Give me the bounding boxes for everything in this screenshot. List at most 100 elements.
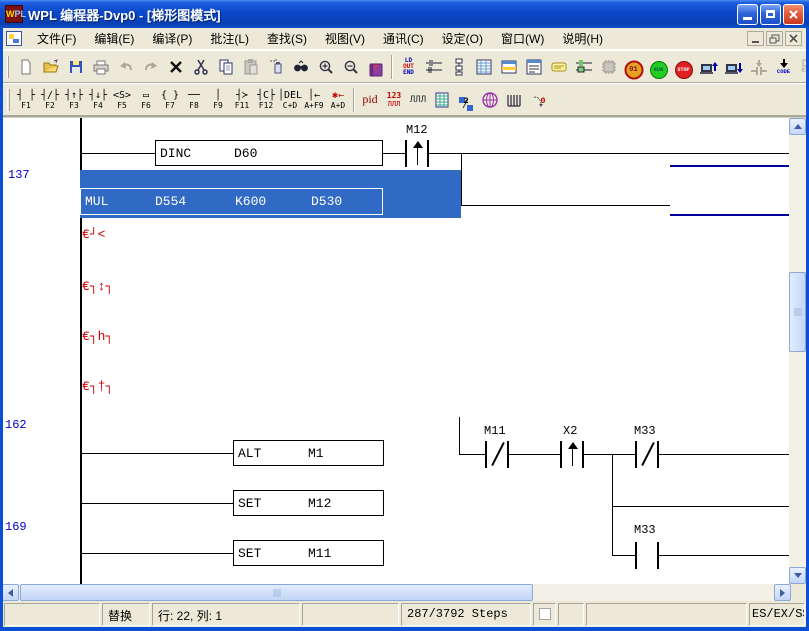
redo-button[interactable] [138, 54, 163, 80]
delete-vline-button[interactable]: │DELC+D [278, 86, 302, 114]
maximize-button[interactable] [760, 4, 781, 25]
upload-button[interactable] [696, 54, 721, 80]
stop-button[interactable]: STOP [671, 54, 696, 80]
contact-x2-rising[interactable] [560, 441, 584, 468]
contact-no-button[interactable]: ┤ ├F1 [14, 86, 38, 114]
run-button[interactable]: RUN [646, 54, 671, 80]
copy-button[interactable] [213, 54, 238, 80]
horizontal-scrollbar[interactable] [2, 584, 791, 601]
instruction-box-button[interactable]: ▭F6 [134, 86, 158, 114]
ladder-editor[interactable]: 137 DINC D60 M12 MUL D554 K600 D530 €┘< … [3, 118, 789, 584]
scroll-right-button[interactable] [774, 584, 791, 601]
delete-button[interactable] [163, 54, 188, 80]
wave-button[interactable]: ЛЛЛ [406, 86, 430, 114]
instruction-list-button[interactable] [521, 54, 546, 80]
document-icon[interactable] [6, 31, 22, 46]
simulator-button[interactable] [596, 54, 621, 80]
find-button[interactable] [288, 54, 313, 80]
instruction-box-alt[interactable]: ALT M1 [233, 440, 384, 466]
instruction-box-dinc[interactable]: DINC D60 [155, 140, 383, 166]
ladder-symbols-button[interactable] [496, 54, 521, 80]
pid-button[interactable]: pid [358, 86, 382, 114]
contact-m33-no[interactable] [635, 542, 659, 569]
device-table-button[interactable] [471, 54, 496, 80]
instruction-op: ALT [238, 446, 261, 461]
main-toolbar: ? LD OUT END 01 RUN STOP CODE 0101 [3, 50, 806, 83]
help-button[interactable]: ? [363, 54, 388, 80]
cut-button[interactable] [188, 54, 213, 80]
instruction-box-set-m11[interactable]: SET M11 [233, 540, 384, 566]
contact-nc-button[interactable]: ┤/├F2 [38, 86, 62, 114]
menu-options[interactable]: 设定(O) [433, 27, 492, 50]
ladder-mode-icon [425, 58, 443, 76]
menu-help[interactable]: 说明(H) [553, 27, 612, 50]
print-button[interactable] [88, 54, 113, 80]
title-bar[interactable]: WPL WPL 编程器-Dvp0 - [梯形图模式] [0, 0, 809, 28]
table-edit-icon [433, 91, 451, 109]
replace2-button[interactable]: 2 [454, 86, 478, 114]
menu-window[interactable]: 窗口(W) [492, 27, 553, 50]
instruction-box-mul[interactable]: MUL D554 K600 D530 [80, 188, 383, 215]
goto-zero-button[interactable]: 0 [526, 86, 550, 114]
instruction-mode-button[interactable]: LD OUT END [396, 54, 421, 80]
close-button[interactable] [783, 4, 804, 25]
save-button[interactable] [63, 54, 88, 80]
instruction-box-set-m12[interactable]: SET M12 [233, 490, 384, 516]
contact-rising-button[interactable]: ┤↑├F3 [62, 86, 86, 114]
online-edit-button[interactable] [746, 54, 771, 80]
new-button[interactable] [13, 54, 38, 80]
menu-view[interactable]: 视图(V) [316, 27, 374, 50]
contact-falling-button[interactable]: ┤↓├F4 [86, 86, 110, 114]
contact-m33-nc[interactable] [635, 441, 659, 468]
coil-button[interactable]: { }F7 [158, 86, 182, 114]
menu-comment[interactable]: 批注(L) [201, 27, 258, 50]
zoom-out-button[interactable] [338, 54, 363, 80]
menu-search[interactable]: 查找(S) [258, 27, 316, 50]
comment-edit-button[interactable] [546, 54, 571, 80]
ladder-mode-button[interactable] [421, 54, 446, 80]
sfc-mode-button[interactable] [446, 54, 471, 80]
table-edit-button[interactable] [430, 86, 454, 114]
batch-button[interactable] [502, 86, 526, 114]
paste-button[interactable] [238, 54, 263, 80]
horizontal-scroll-thumb[interactable] [20, 584, 533, 601]
scroll-left-button[interactable] [2, 584, 19, 601]
menu-file[interactable]: 文件(F) [28, 27, 85, 50]
contact-m12-rising[interactable] [405, 140, 429, 167]
minimize-button[interactable] [737, 4, 758, 25]
open-button[interactable] [38, 54, 63, 80]
vertical-scrollbar[interactable] [789, 118, 806, 584]
batch-icon [505, 91, 523, 109]
mdi-minimize-button[interactable] [747, 31, 764, 46]
insert-row-button[interactable]: │←A+F9 [302, 86, 326, 114]
menu-communication[interactable]: 通讯(C) [374, 27, 433, 50]
vline-button[interactable]: │F9 [206, 86, 230, 114]
compile-code-button[interactable]: CODE [771, 54, 796, 80]
counter-button[interactable]: ┤C├F12 [254, 86, 278, 114]
scroll-up-button[interactable] [789, 118, 806, 135]
ladder-monitor-button[interactable] [571, 54, 596, 80]
mdi-close-button[interactable] [785, 31, 802, 46]
contact-m11-nc[interactable] [485, 441, 509, 468]
menu-compile[interactable]: 编译(P) [143, 27, 201, 50]
hline-button[interactable]: ──F8 [182, 86, 206, 114]
undo-button[interactable] [113, 54, 138, 80]
scroll-down-button[interactable] [789, 567, 806, 584]
selected-rung[interactable]: MUL D554 K600 D530 [80, 170, 461, 218]
ns-globe-icon [481, 91, 499, 109]
download-button[interactable] [721, 54, 746, 80]
edit-mode-button[interactable]: 01 [621, 54, 646, 80]
numeric-wave-button[interactable]: 123ЛЛЛ [382, 86, 406, 114]
step-button[interactable]: <S>F5 [110, 86, 134, 114]
cut-vline-button[interactable]: ┤≻F11 [230, 86, 254, 114]
delete-row-button[interactable]: ✱←A+D [326, 86, 350, 114]
paste-special-button[interactable] [263, 54, 288, 80]
menu-edit[interactable]: 编辑(E) [85, 27, 143, 50]
toolbar-grip[interactable] [7, 56, 9, 78]
toolbar-grip-2[interactable] [7, 89, 10, 111]
zoom-in-button[interactable] [313, 54, 338, 80]
ns-globe-button[interactable] [478, 86, 502, 114]
vertical-scroll-thumb[interactable] [789, 272, 806, 352]
mdi-restore-button[interactable] [766, 31, 783, 46]
contact-label: M11 [484, 424, 506, 438]
